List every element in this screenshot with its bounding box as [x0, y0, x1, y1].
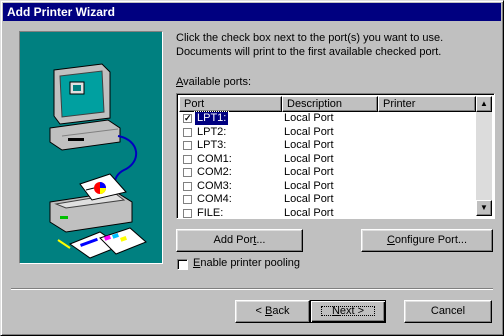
port-name: LPT2:: [197, 125, 227, 138]
list-item[interactable]: ✓ LPT1: Local Port: [179, 111, 476, 126]
scroll-down-arrow-icon[interactable]: ▼: [476, 200, 492, 216]
port-name: COM1:: [197, 152, 232, 165]
list-item[interactable]: LPT3: Local Port: [179, 139, 476, 153]
available-ports-label: Available ports:: [176, 76, 252, 88]
port-name: COM3:: [197, 179, 232, 192]
column-header-description[interactable]: Description: [282, 96, 378, 112]
port-checkbox[interactable]: [183, 141, 192, 150]
list-item[interactable]: COM1: Local Port: [179, 153, 476, 167]
port-description: Local Port: [284, 152, 334, 165]
vertical-scrollbar[interactable]: ▲ ▼: [476, 96, 492, 216]
port-checkbox[interactable]: ✓: [183, 114, 192, 123]
port-checkbox[interactable]: [183, 154, 192, 164]
column-header-printer[interactable]: Printer: [378, 96, 476, 112]
port-description: Local Port: [284, 179, 334, 192]
port-description: Local Port: [284, 193, 334, 205]
port-description: Local Port: [284, 125, 334, 138]
list-item[interactable]: COM2: Local Port: [179, 166, 476, 180]
port-description: Local Port: [284, 166, 334, 178]
port-name: LPT3:: [197, 139, 227, 151]
enable-pooling-checkbox[interactable]: [177, 259, 188, 270]
port-name: FILE:: [197, 206, 224, 219]
list-item[interactable]: FILE: Local Port: [179, 206, 476, 219]
scroll-up-arrow-icon[interactable]: ▲: [476, 96, 492, 112]
cancel-button[interactable]: Cancel: [404, 300, 492, 323]
configure-port-button[interactable]: Configure Port...: [361, 229, 493, 252]
instructions-text: Click the check box next to the port(s) …: [176, 32, 444, 58]
back-button[interactable]: < Back: [235, 300, 310, 323]
window-title: Add Printer Wizard: [7, 5, 115, 19]
enable-pooling-label[interactable]: Enable printer pooling: [193, 257, 300, 269]
port-checkbox[interactable]: [183, 208, 192, 218]
add-port-button[interactable]: Add Port...: [176, 229, 303, 252]
port-name: COM4:: [197, 193, 232, 205]
port-name: COM2:: [197, 166, 232, 178]
port-description: Local Port: [284, 112, 334, 124]
title-bar[interactable]: Add Printer Wizard: [3, 3, 501, 21]
list-item[interactable]: LPT2: Local Port: [179, 126, 476, 140]
separator: [11, 288, 493, 290]
list-item[interactable]: COM4: Local Port: [179, 193, 476, 207]
port-checkbox[interactable]: [183, 195, 192, 204]
port-description: Local Port: [284, 206, 334, 219]
wizard-illustration: [19, 31, 163, 264]
ports-listview[interactable]: Port Description Printer ✓ LPT1: Local P…: [176, 93, 495, 219]
port-checkbox[interactable]: [183, 127, 192, 137]
port-checkbox[interactable]: [183, 168, 192, 177]
port-checkbox[interactable]: [183, 181, 192, 191]
printer-computer-illustration-icon: [49, 63, 147, 259]
next-button[interactable]: Next >: [310, 300, 386, 323]
list-item[interactable]: COM3: Local Port: [179, 180, 476, 194]
port-rows: ✓ LPT1: Local Port LPT2: Local Port LPT3…: [179, 111, 476, 219]
wizard-window: Add Printer Wizard Click the check box n…: [0, 0, 504, 336]
port-description: Local Port: [284, 139, 334, 151]
port-name: LPT1:: [193, 111, 230, 126]
column-header-port[interactable]: Port: [179, 96, 282, 112]
list-header: Port Description Printer: [179, 96, 476, 112]
